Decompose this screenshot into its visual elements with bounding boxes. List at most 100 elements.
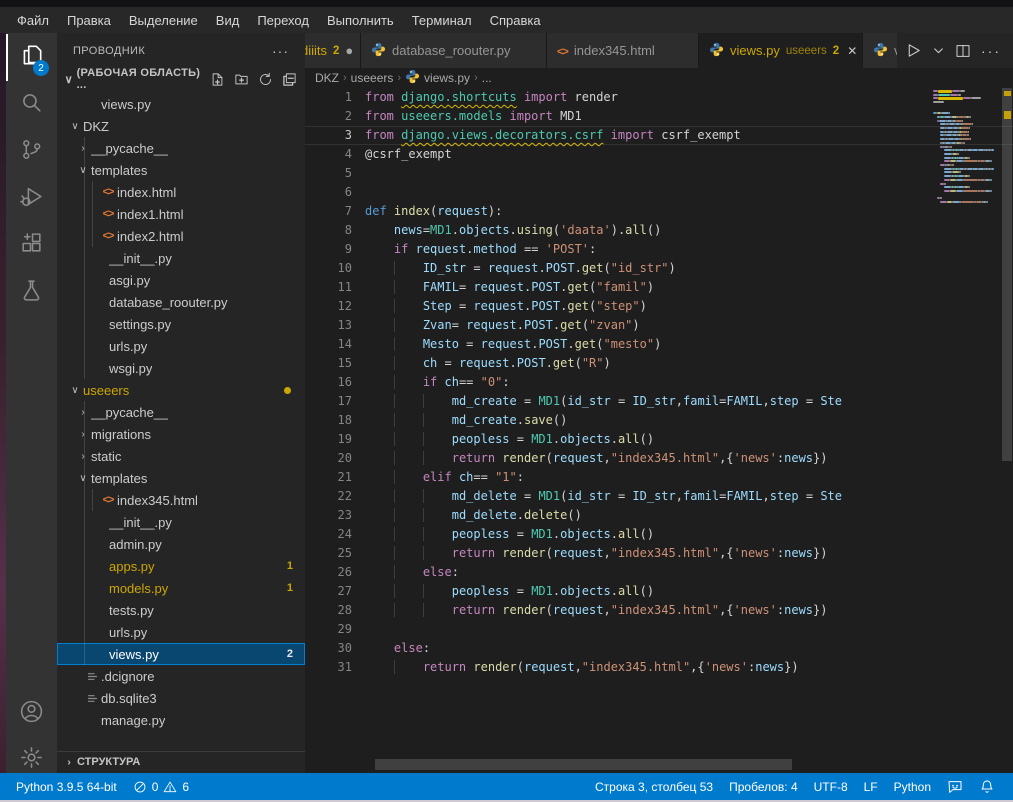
tree-folder-dkz[interactable]: ∨DKZ (57, 115, 305, 137)
tree-item-label: templates (91, 471, 147, 486)
code-line: 29 (305, 620, 1013, 639)
tab-views-py[interactable]: views.pyuseeers2✕ (699, 33, 863, 68)
minimap[interactable] (933, 90, 1001, 220)
tree-folder--pycache-[interactable]: ›__pycache__ (57, 137, 305, 159)
tree-file-database-roouter-py[interactable]: database_roouter.py (57, 291, 305, 313)
tree-file-index1-html[interactable]: <>index1.html (57, 203, 305, 225)
statusbar-feedback[interactable] (939, 773, 971, 800)
line-number: 8 (305, 221, 365, 240)
tree-folder-templates[interactable]: ∨templates (57, 467, 305, 489)
tree-file-index-html[interactable]: <>index.html (57, 181, 305, 203)
statusbar-indentation[interactable]: Пробелов: 4 (721, 773, 806, 800)
breadcrumb-separator: › (474, 72, 478, 84)
tab-index345-html[interactable]: <>index345.html (547, 33, 699, 68)
activitybar-accounts[interactable] (6, 690, 57, 737)
tree-file-models-py[interactable]: models.py1 (57, 577, 305, 599)
file-tree: views.py∨DKZ›__pycache__∨templates<>inde… (57, 93, 305, 731)
minimap-line (968, 186, 970, 188)
tree-file-tests-py[interactable]: tests.py (57, 599, 305, 621)
tree-folder-static[interactable]: ›static (57, 445, 305, 467)
code-line: 8 news=MD1.objects.using('daata').all() (305, 221, 1013, 240)
tree-file-apps-py[interactable]: apps.py1 (57, 555, 305, 577)
close-icon[interactable]: ✕ (847, 44, 857, 58)
tree-file-index2-html[interactable]: <>index2.html (57, 225, 305, 247)
statusbar-eol[interactable]: LF (856, 773, 886, 800)
new-file-icon[interactable] (210, 72, 225, 87)
tree-file-wsgi-py[interactable]: wsgi.py (57, 357, 305, 379)
outline-section-header[interactable]: › СТРУКТУРА (57, 751, 305, 772)
minimap-line (991, 168, 994, 170)
minimap-line (944, 175, 951, 177)
breadcrumb-item[interactable]: useeers (351, 71, 394, 85)
menu-item[interactable]: Справка (481, 13, 550, 28)
activitybar-extensions[interactable] (6, 222, 57, 269)
statusbar-language-mode[interactable]: Python (886, 773, 939, 800)
tab-diiits[interactable]: diiits2● (305, 33, 361, 68)
indent (394, 280, 423, 294)
tree-file-asgi-py[interactable]: asgi.py (57, 269, 305, 291)
minimap-line (967, 168, 973, 170)
breadcrumb-item[interactable]: ... (482, 71, 492, 85)
problems-indicator[interactable]: 0 6 (125, 773, 197, 800)
tree-indent-guide (84, 137, 85, 379)
line-number: 18 (305, 411, 365, 430)
tab-database-roouter-py[interactable]: database_roouter.py (361, 33, 547, 68)
menu-item[interactable]: Выделение (120, 13, 207, 28)
activitybar-explorer[interactable]: 2 (6, 34, 57, 81)
code-editor[interactable]: 1from django.shortcuts import render2fro… (305, 88, 1013, 773)
menu-item[interactable]: Правка (58, 13, 120, 28)
menu-item[interactable]: Терминал (403, 13, 481, 28)
tree-folder-migrations[interactable]: ›migrations (57, 423, 305, 445)
workspace-section-header[interactable]: ∨ (РАБОЧАЯ ОБЛАСТЬ) ... (57, 68, 305, 90)
tree-file--dcignore[interactable]: .dcignore (57, 665, 305, 687)
menu-item[interactable]: Вид (207, 13, 249, 28)
tree-folder-templates[interactable]: ∨templates (57, 159, 305, 181)
tree-file--init-py[interactable]: __init__.py (57, 511, 305, 533)
tree-file-views-py[interactable]: views.py (57, 93, 305, 115)
statusbar-notifications[interactable] (971, 773, 1003, 800)
split-editor-icon[interactable] (955, 43, 971, 59)
vertical-scrollbar[interactable] (1001, 88, 1013, 773)
vertical-scrollbar-thumb[interactable] (1002, 88, 1012, 461)
tree-item-label: DKZ (83, 119, 109, 134)
indent (423, 603, 452, 617)
tree-file-index345-html[interactable]: <>index345.html (57, 489, 305, 511)
tree-folder-useeers[interactable]: ∨useeers (57, 379, 305, 401)
ellipsis-icon[interactable]: ··· (981, 43, 1001, 59)
indent (394, 299, 423, 313)
statusbar-encoding[interactable]: UTF-8 (806, 773, 856, 800)
activitybar-run-and-debug[interactable] (6, 175, 57, 222)
horizontal-scrollbar-thumb[interactable] (375, 759, 792, 770)
run-dropdown-icon[interactable] (932, 44, 945, 57)
tree-file-views-py[interactable]: views.py2 (57, 643, 305, 665)
breadcrumb-item[interactable]: views.py (405, 69, 470, 87)
activity-bar: 2 (6, 33, 57, 773)
tree-file-admin-py[interactable]: admin.py (57, 533, 305, 555)
run-icon[interactable] (905, 42, 922, 59)
activitybar-search[interactable] (6, 81, 57, 128)
menu-item[interactable]: Переход (248, 13, 318, 28)
menu-item[interactable]: Файл (8, 13, 58, 28)
tree-file-urls-py[interactable]: urls.py (57, 335, 305, 357)
tree-file--init-py[interactable]: __init__.py (57, 247, 305, 269)
new-folder-icon[interactable] (234, 72, 249, 87)
tree-file-settings-py[interactable]: settings.py (57, 313, 305, 335)
menu-item[interactable]: Выполнить (318, 13, 403, 28)
tree-file-db-sqlite3[interactable]: db.sqlite3 (57, 687, 305, 709)
tree-file-urls-py[interactable]: urls.py (57, 621, 305, 643)
activitybar-testing[interactable] (6, 269, 57, 316)
collapse-all-icon[interactable] (282, 72, 297, 87)
explorer-more-actions-icon[interactable]: ··· (272, 43, 289, 59)
activitybar-source-control[interactable] (6, 128, 57, 175)
tree-item-label: urls.py (109, 625, 147, 640)
breadcrumb-item[interactable]: DKZ (315, 71, 339, 85)
minimap-line (938, 97, 964, 100)
indent (365, 394, 394, 408)
tree-folder--pycache-[interactable]: ›__pycache__ (57, 401, 305, 423)
python-interpreter[interactable]: Python 3.9.5 64-bit (8, 773, 125, 800)
tree-item-label: settings.py (109, 317, 171, 332)
tree-file-manage-py[interactable]: manage.py (57, 709, 305, 731)
refresh-icon[interactable] (258, 72, 273, 87)
statusbar-cursor-position[interactable]: Строка 3, столбец 53 (587, 773, 721, 800)
minimap-line (962, 127, 968, 129)
